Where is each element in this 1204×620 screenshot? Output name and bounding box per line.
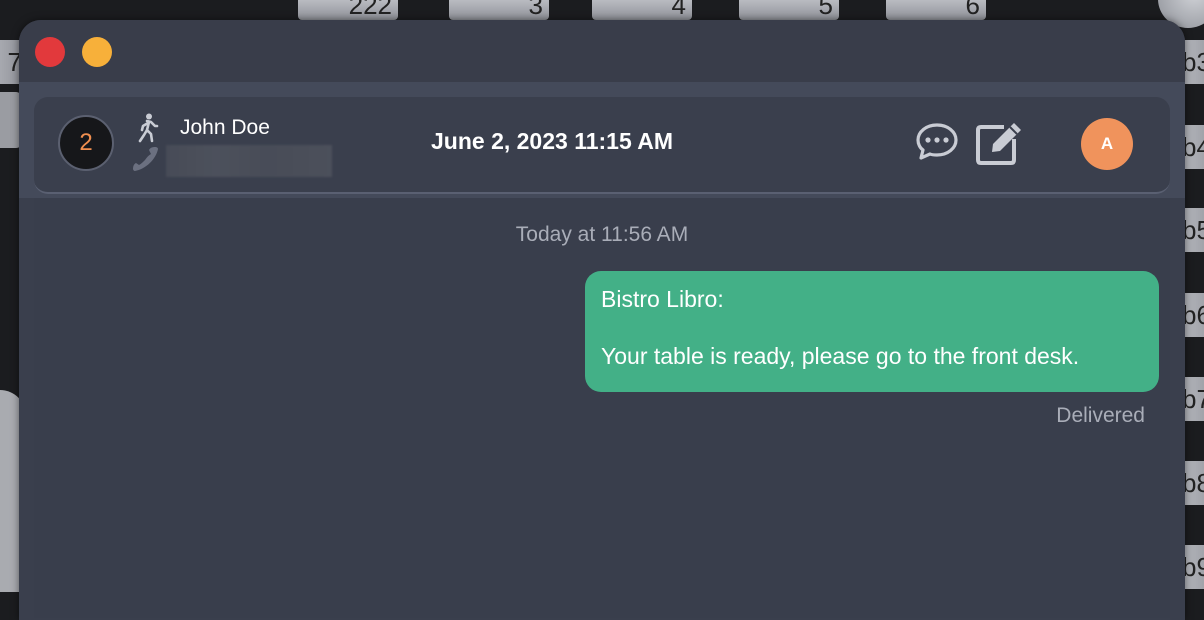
background-table-3: 3 bbox=[449, 0, 549, 20]
message-timestamp: Today at 11:56 AM bbox=[515, 223, 689, 246]
reservation-card[interactable]: 2 John Doe June 2, 2023 11:15 AM A bbox=[34, 97, 1170, 194]
walking-person-icon bbox=[138, 113, 159, 143]
background-table-222: 222 bbox=[298, 0, 398, 20]
sent-message-bubble: Bistro Libro: Your table is ready, pleas… bbox=[585, 271, 1159, 392]
reservation-datetime: June 2, 2023 11:15 AM bbox=[431, 128, 674, 154]
reservation-header: 2 John Doe June 2, 2023 11:15 AM A bbox=[19, 82, 1185, 198]
party-size-badge: 2 bbox=[58, 115, 114, 171]
message-sender: Bistro Libro: bbox=[601, 286, 724, 312]
title-bar bbox=[19, 20, 1185, 82]
message-window: 2 John Doe June 2, 2023 11:15 AM A Today… bbox=[19, 20, 1185, 620]
edit-icon[interactable] bbox=[974, 119, 1024, 165]
guest-name: John Doe bbox=[180, 116, 270, 139]
message-thread: Today at 11:56 AM Bistro Libro: Your tab… bbox=[34, 198, 1170, 618]
delivery-status: Delivered bbox=[1056, 404, 1145, 427]
staff-avatar[interactable]: A bbox=[1081, 118, 1133, 170]
minimize-button[interactable] bbox=[82, 37, 112, 67]
close-button[interactable] bbox=[35, 37, 65, 67]
guest-phone-redacted bbox=[166, 145, 332, 177]
phone-icon bbox=[133, 147, 158, 171]
background-table-4: 4 bbox=[592, 0, 692, 20]
message-text: Your table is ready, please go to the fr… bbox=[601, 343, 1080, 369]
background-table-6: 6 bbox=[886, 0, 986, 20]
background-table-5: 5 bbox=[739, 0, 839, 20]
chat-bubble-icon[interactable] bbox=[915, 122, 959, 162]
